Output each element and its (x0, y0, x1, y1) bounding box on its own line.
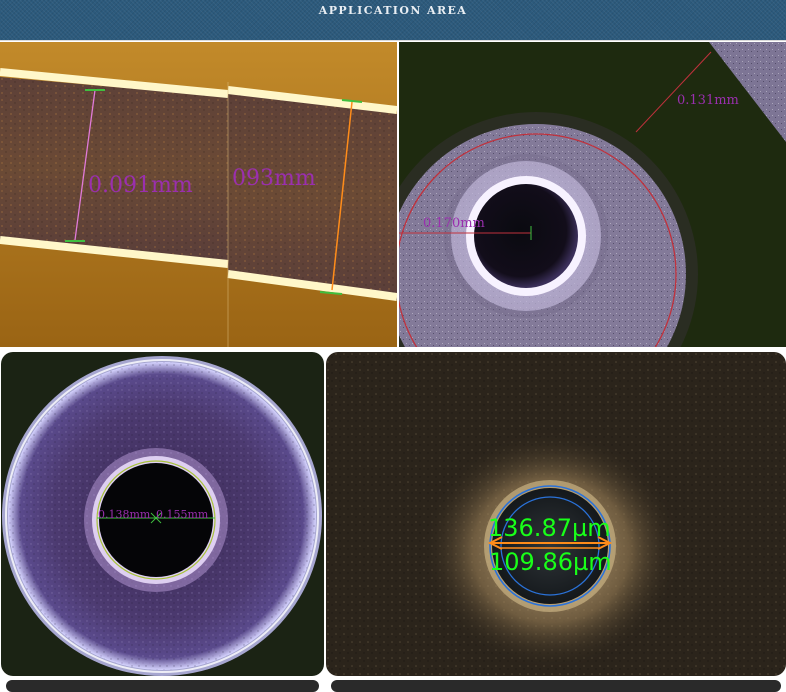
photo-layer-thickness: 0.091mm 093mm (0, 42, 397, 347)
photo-hole-ring: 0.131mm 0.170mm (399, 42, 786, 347)
photo-next-left (6, 680, 319, 692)
photo-pad-hole: 0.138mm 0.155mm (1, 352, 324, 676)
laser-hole-image: 136.87µm 109.86µm (326, 352, 786, 676)
photo-next-right (331, 680, 781, 692)
hole-diameter-label-left: 0.138mm (98, 508, 151, 521)
thickness-label-left: 0.091mm (88, 173, 193, 198)
pad-hole-image: 0.138mm 0.155mm (1, 352, 324, 676)
inner-diameter-label: 109.86µm (489, 548, 612, 576)
hole-diameter-label-right: 0.155mm (156, 508, 209, 521)
outer-diameter-label: 136.87µm (488, 514, 611, 542)
hole-radius-label: 0.170mm (423, 216, 485, 231)
page-header: APPLICATION AREA (0, 0, 786, 41)
thickness-label-right: 093mm (232, 166, 316, 191)
hole-ring-image: 0.131mm 0.170mm (399, 42, 786, 347)
photo-laser-hole: 136.87µm 109.86µm (326, 352, 786, 676)
ring-width-label: 0.131mm (677, 93, 739, 108)
layer-thickness-image: 0.091mm 093mm (0, 42, 397, 347)
page-title: APPLICATION AREA (318, 4, 468, 17)
